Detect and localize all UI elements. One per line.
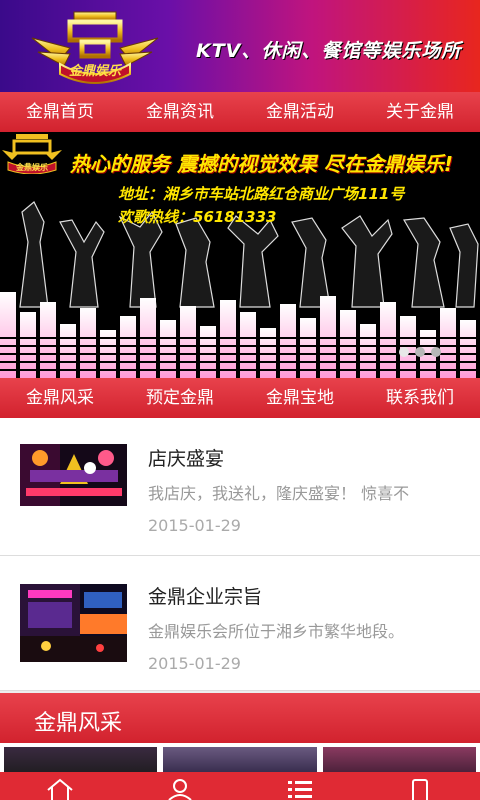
carousel-indicator (399, 347, 441, 357)
nav-booking[interactable]: 预定金鼎 (120, 378, 240, 418)
banner-logo-text: 金鼎娱乐 (15, 162, 48, 172)
home-icon (47, 778, 73, 800)
app-header: 金鼎娱乐 KTV、休闲、餐馆等娱乐场所 (0, 0, 480, 92)
news-item[interactable]: 店庆盛宴 我店庆，我送礼，隆庆盛宴！ 惊喜不 2015-01-29 (0, 418, 480, 556)
carousel-dot[interactable] (399, 347, 409, 357)
tab-phone[interactable] (360, 772, 480, 800)
news-thumbnail (20, 584, 127, 662)
tab-list[interactable] (240, 772, 360, 800)
news-date: 2015-01-29 (148, 516, 241, 535)
banner-hotline: 欢歌热线：56181333 (118, 208, 277, 226)
news-list: 店庆盛宴 我店庆，我送礼，隆庆盛宴！ 惊喜不 2015-01-29 金鼎企业宗旨… (0, 418, 480, 691)
promo-banner[interactable]: 金鼎娱乐 热心的服务 震撼的视觉效果 尽在金鼎娱乐! 地址：湘乡市车站北路红仓商… (0, 132, 480, 378)
user-icon (168, 779, 192, 800)
news-title: 金鼎企业宗旨 (148, 586, 263, 608)
carousel-dot[interactable] (415, 347, 425, 357)
news-item[interactable]: 金鼎企业宗旨 金鼎娱乐会所位于湘乡市繁华地段。 2015-01-29 (0, 556, 480, 691)
section-header: 金鼎风采 (0, 693, 480, 743)
header-slogan: KTV、休闲、餐馆等娱乐场所 (196, 40, 462, 62)
nav-style[interactable]: 金鼎风采 (0, 378, 120, 418)
logo-text: 金鼎娱乐 (69, 63, 123, 79)
news-thumbnail (20, 444, 127, 506)
jinding-logo[interactable]: 金鼎娱乐 (30, 8, 160, 86)
secondary-nav: 金鼎风采 预定金鼎 金鼎宝地 联系我们 (0, 378, 480, 418)
nav-about[interactable]: 关于金鼎 (360, 92, 480, 132)
tab-user[interactable] (120, 772, 240, 800)
carousel-dot[interactable] (431, 347, 441, 357)
nav-home[interactable]: 金鼎首页 (0, 92, 120, 132)
nav-news[interactable]: 金鼎资讯 (120, 92, 240, 132)
news-title: 店庆盛宴 (148, 448, 225, 470)
section-title: 金鼎风采 (34, 711, 123, 736)
list-icon (288, 781, 312, 798)
bottom-tabbar (0, 772, 480, 800)
banner-logo: 金鼎娱乐 (2, 134, 62, 174)
banner-slogan: 热心的服务 震撼的视觉效果 尽在金鼎娱乐! (70, 152, 454, 176)
nav-events[interactable]: 金鼎活动 (240, 92, 360, 132)
nav-location[interactable]: 金鼎宝地 (240, 378, 360, 418)
news-summary: 我店庆，我送礼，隆庆盛宴！ 惊喜不 (148, 484, 410, 503)
banner-address: 地址：湘乡市车站北路红仓商业广场111号 (118, 185, 405, 203)
tab-home[interactable] (0, 772, 120, 800)
news-summary: 金鼎娱乐会所位于湘乡市繁华地段。 (148, 622, 405, 641)
top-nav: 金鼎首页 金鼎资讯 金鼎活动 关于金鼎 (0, 92, 480, 132)
news-date: 2015-01-29 (148, 654, 241, 673)
phone-icon (412, 779, 428, 800)
nav-contact[interactable]: 联系我们 (360, 378, 480, 418)
